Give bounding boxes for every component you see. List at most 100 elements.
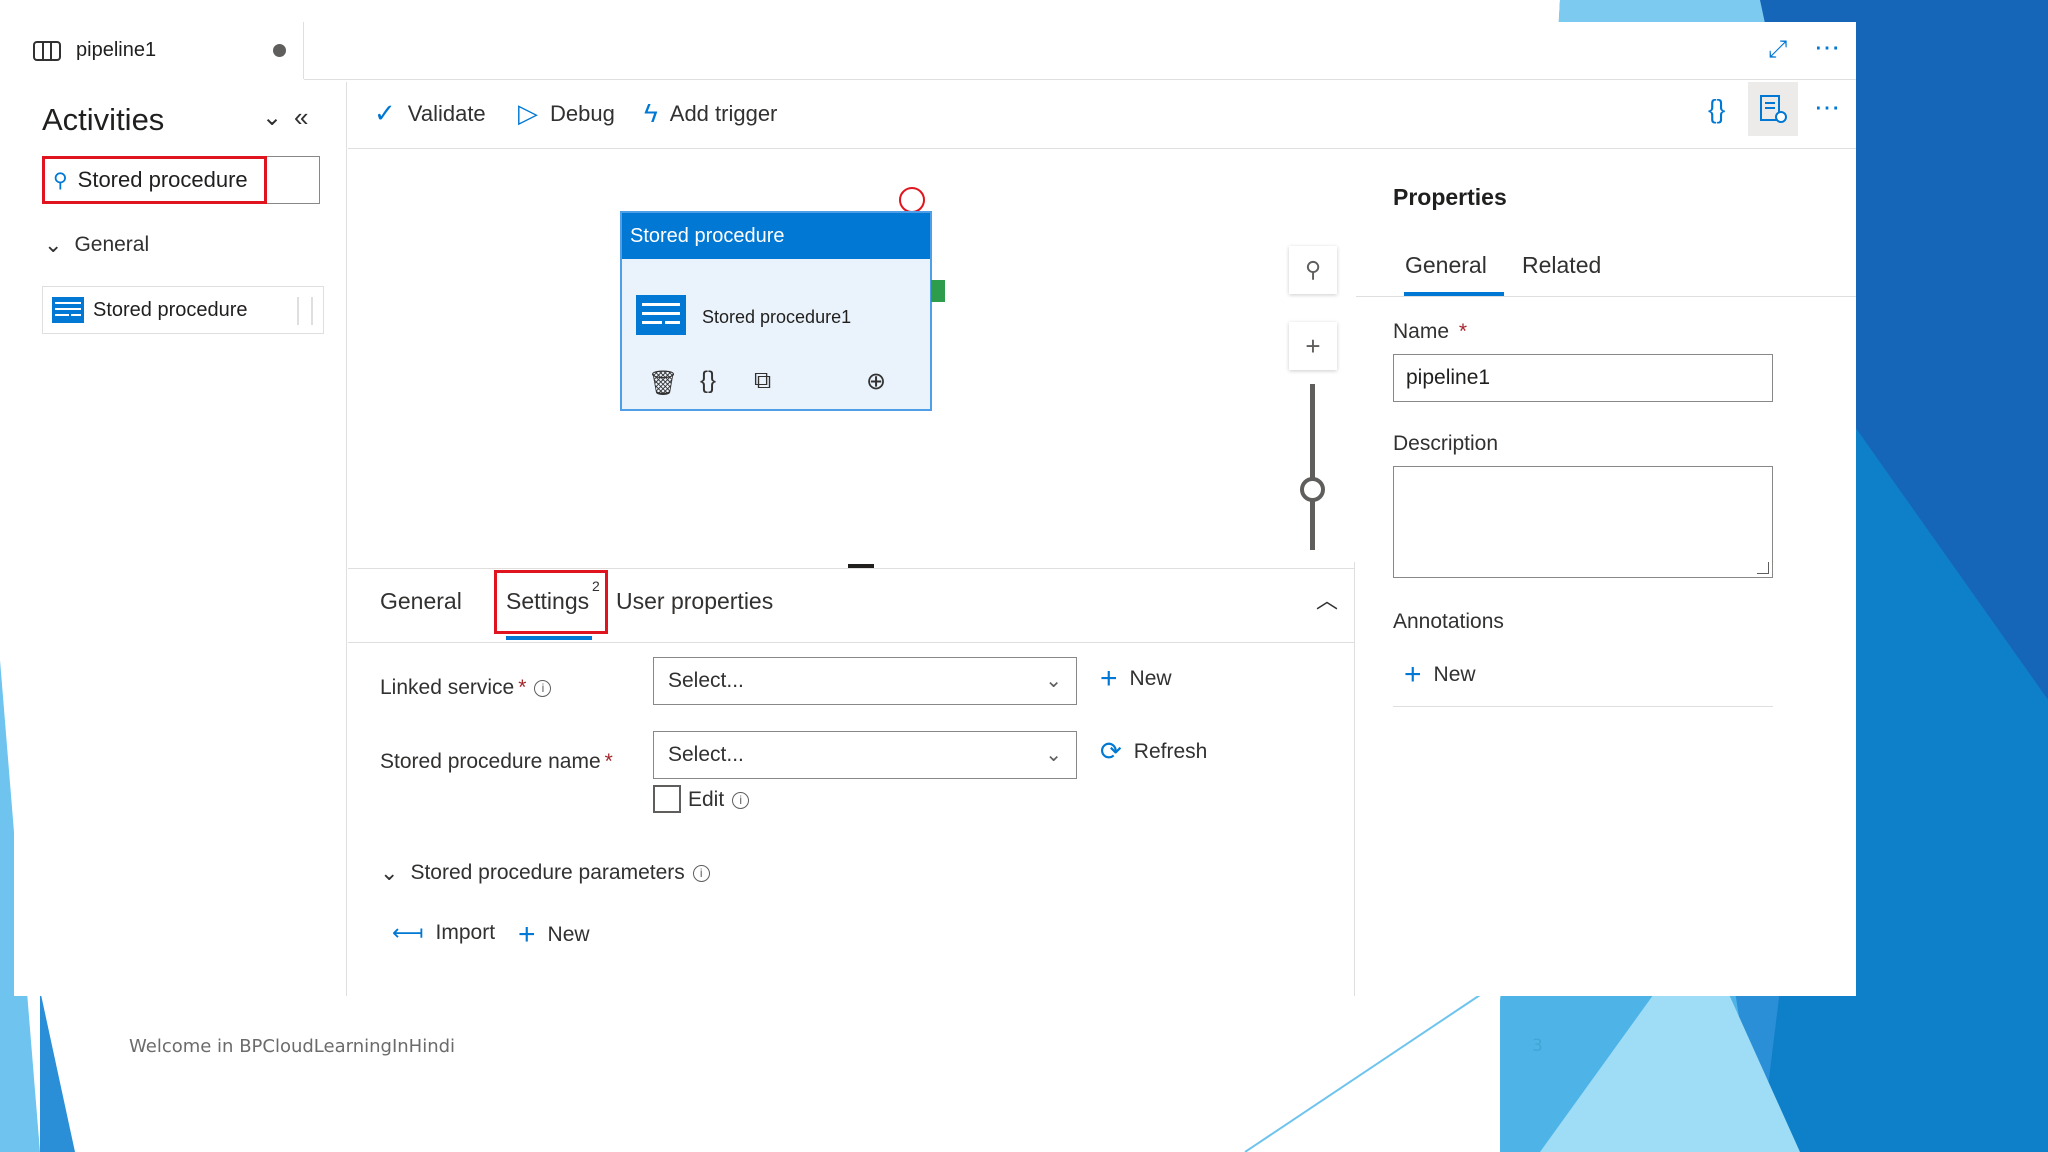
new-parameter-button[interactable]: + New: [518, 918, 590, 952]
info-icon[interactable]: i: [692, 864, 710, 882]
edit-label: Edit i: [688, 788, 750, 812]
properties-icon: [1760, 95, 1787, 123]
pipeline-icon: [33, 40, 61, 61]
pipeline-tab[interactable]: pipeline1: [14, 22, 304, 79]
add-output-icon[interactable]: ⊕: [866, 367, 886, 396]
activity-node-stored-procedure[interactable]: Stored procedure Stored procedure1 🗑 {} …: [620, 211, 932, 411]
properties-title: Properties: [1393, 184, 1507, 210]
collapse-panel-icon[interactable]: ︿: [1316, 590, 1338, 612]
annotations-label: Annotations: [1393, 610, 1504, 633]
settings-error-badge: 2: [592, 578, 600, 594]
success-output-handle[interactable]: [931, 280, 945, 302]
activities-title: Activities: [42, 102, 165, 137]
stored-procedure-parameters-section[interactable]: ⌄ Stored procedure parameters i: [380, 860, 710, 886]
info-icon[interactable]: i: [732, 791, 750, 809]
edit-label-text: Edit: [688, 788, 725, 811]
tab-settings[interactable]: Settings: [506, 588, 589, 615]
plus-icon: +: [518, 918, 536, 951]
linked-service-label-text: Linked service: [380, 676, 515, 699]
new-parameter-label: New: [547, 923, 590, 946]
properties-toggle-button[interactable]: [1748, 82, 1798, 136]
collapse-all-icon[interactable]: ⌄: [262, 106, 282, 130]
properties-tab-related[interactable]: Related: [1522, 252, 1601, 279]
stored-procedure-name-label: Stored procedure name *: [380, 750, 613, 774]
activity-node-header: Stored procedure: [622, 213, 930, 259]
description-label: Description: [1393, 432, 1499, 455]
required-marker: *: [1458, 320, 1468, 343]
resize-grip[interactable]: [1757, 562, 1769, 574]
import-label: Import: [435, 921, 496, 944]
properties-tab-general[interactable]: General: [1405, 252, 1487, 279]
slide-footer: Welcome in BPCloudLearningInHindi: [129, 1036, 456, 1057]
adf-pipeline-editor: pipeline1 ⤢ ⋯ Activities ⌄ « ⚲ Stored pr…: [14, 22, 1856, 996]
debug-label: Debug: [550, 100, 615, 126]
chevron-down-icon: ⌄: [380, 860, 399, 885]
plus-icon: +: [1305, 330, 1321, 361]
zoom-slider-knob[interactable]: [1300, 477, 1325, 502]
search-value: Stored procedure: [77, 167, 248, 192]
validate-button[interactable]: ✓ Validate: [374, 98, 486, 129]
drag-handle[interactable]: [297, 297, 313, 325]
search-highlight-box: ⚲ Stored procedure: [42, 156, 267, 204]
search-icon: ⚲: [53, 169, 68, 192]
expand-icon[interactable]: ⤢: [1768, 38, 1787, 62]
error-indicator: [899, 187, 925, 213]
plus-icon: +: [1404, 658, 1422, 691]
collapse-panel-icon[interactable]: «: [294, 104, 308, 130]
new-linked-service-button[interactable]: + New: [1100, 662, 1172, 696]
lightning-icon: ϟ: [644, 98, 658, 128]
new-annotation-label: New: [1433, 663, 1476, 686]
activity-item-label: Stored procedure: [93, 298, 248, 321]
name-label: Name *: [1393, 320, 1467, 344]
linked-service-value: Select...: [668, 669, 744, 692]
chevron-down-icon: ⌄: [1045, 744, 1062, 766]
stored-procedure-value: Select...: [668, 743, 744, 766]
refresh-label: Refresh: [1133, 739, 1208, 763]
required-marker: *: [518, 676, 527, 699]
plus-icon: +: [1100, 662, 1118, 695]
activity-group-general[interactable]: ⌄ General: [44, 232, 149, 258]
new-linked-service-label: New: [1129, 667, 1172, 690]
chevron-down-icon: ⌄: [44, 232, 63, 257]
required-marker: *: [604, 750, 613, 773]
new-annotation-button[interactable]: + New: [1404, 658, 1476, 692]
stored-procedure-name-label-text: Stored procedure name: [380, 750, 601, 773]
add-trigger-button[interactable]: ϟ Add trigger: [644, 98, 777, 129]
activity-item-stored-procedure[interactable]: Stored procedure: [42, 286, 324, 334]
activity-group-label: General: [74, 233, 150, 256]
name-input-value: pipeline1: [1406, 366, 1491, 389]
name-label-text: Name: [1393, 320, 1450, 343]
stored-procedure-icon: [636, 295, 686, 335]
add-trigger-label: Add trigger: [669, 100, 778, 126]
stored-procedure-select[interactable]: Select... ⌄: [653, 731, 1077, 779]
copy-icon[interactable]: ⧉: [754, 367, 771, 395]
more-icon[interactable]: ⋯: [1814, 94, 1840, 120]
activity-node-name: Stored procedure1: [702, 307, 852, 327]
code-icon[interactable]: {}: [700, 367, 716, 395]
chevron-down-icon: ⌄: [1045, 670, 1062, 692]
active-tab-indicator: [506, 636, 592, 640]
checkmark-icon: ✓: [374, 98, 396, 128]
parameters-label: Stored procedure parameters: [410, 861, 685, 884]
linked-service-label: Linked service * i: [380, 676, 552, 700]
refresh-button[interactable]: ⟳ Refresh: [1100, 736, 1207, 767]
info-icon[interactable]: i: [534, 679, 552, 697]
slide-page-number: 3: [1532, 1036, 1543, 1056]
name-input[interactable]: pipeline1: [1393, 354, 1773, 402]
edit-checkbox[interactable]: [653, 785, 681, 813]
more-icon[interactable]: ⋯: [1814, 34, 1840, 60]
tab-user-properties[interactable]: User properties: [616, 588, 773, 615]
validate-label: Validate: [407, 100, 486, 126]
import-parameters-button[interactable]: ⟻ Import: [392, 920, 495, 946]
tab-general[interactable]: General: [380, 588, 462, 615]
zoom-in-button[interactable]: +: [1289, 322, 1337, 370]
pipeline-tab-title: pipeline1: [76, 39, 157, 61]
description-textarea[interactable]: [1393, 466, 1773, 578]
linked-service-select[interactable]: Select... ⌄: [653, 657, 1077, 705]
code-icon[interactable]: {}: [1708, 96, 1725, 122]
zoom-slider-track[interactable]: [1310, 384, 1315, 550]
zoom-search-button[interactable]: ⚲: [1289, 246, 1337, 294]
delete-icon[interactable]: 🗑: [648, 369, 678, 398]
import-icon: ⟻: [392, 920, 424, 945]
debug-button[interactable]: ▷ Debug: [518, 98, 615, 129]
